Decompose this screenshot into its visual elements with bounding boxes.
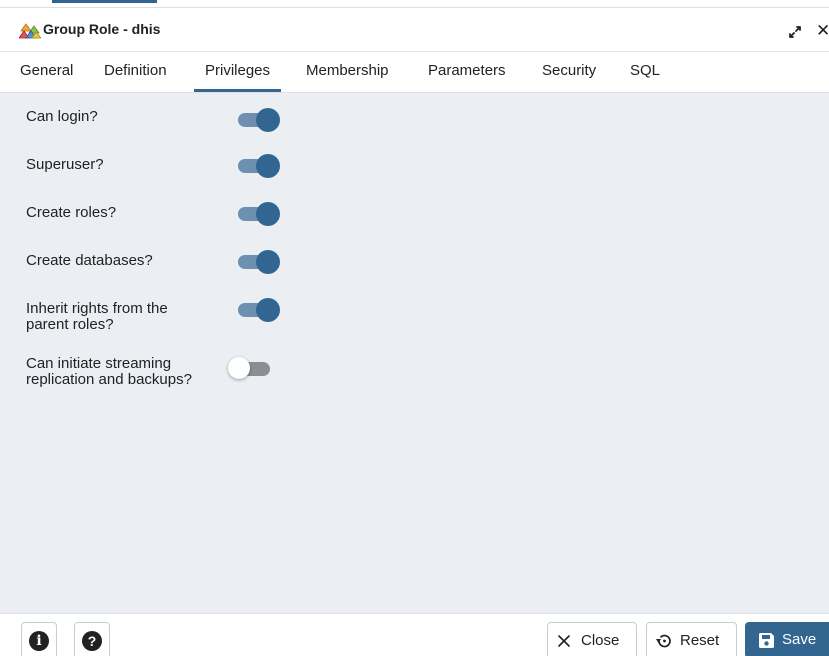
- close-button-label: Close: [581, 632, 620, 649]
- close-button[interactable]: Close: [547, 622, 637, 656]
- toggle-knob: [256, 202, 280, 226]
- inherit-rights-label: Inherit rights from the parent roles?: [26, 300, 168, 333]
- can-login-label: Can login?: [26, 108, 98, 125]
- info-button[interactable]: i: [21, 622, 57, 656]
- tab-security[interactable]: Security: [542, 52, 596, 90]
- create-databases-toggle[interactable]: [236, 250, 282, 274]
- tab-bar: General Definition Privileges Membership…: [0, 52, 829, 93]
- info-icon: i: [29, 631, 49, 651]
- tab-parameters[interactable]: Parameters: [428, 52, 506, 90]
- toggle-knob: [256, 250, 280, 274]
- toggle-knob: [228, 357, 250, 379]
- dialog-title: Group Role - dhis: [43, 21, 161, 37]
- can-login-toggle[interactable]: [236, 108, 282, 132]
- tab-sql[interactable]: SQL: [630, 52, 660, 90]
- group-role-dialog: Group Role - dhis ✕ General Definition P…: [0, 0, 829, 656]
- streaming-replication-toggle[interactable]: [228, 357, 274, 381]
- tab-general[interactable]: General: [20, 52, 73, 90]
- superuser-label: Superuser?: [26, 156, 104, 173]
- create-roles-toggle[interactable]: [236, 202, 282, 226]
- help-button[interactable]: ?: [74, 622, 110, 656]
- dialog-footer: i ? Close Reset Save: [0, 613, 829, 656]
- tab-privileges[interactable]: Privileges: [193, 52, 282, 92]
- tab-membership[interactable]: Membership: [306, 52, 389, 90]
- toggle-knob: [256, 298, 280, 322]
- reset-button[interactable]: Reset: [646, 622, 737, 656]
- expand-icon[interactable]: [787, 24, 803, 40]
- toggle-knob: [256, 108, 280, 132]
- group-role-icon: [19, 23, 41, 39]
- save-button[interactable]: Save: [745, 622, 829, 656]
- save-icon: [759, 633, 774, 648]
- inherit-rights-toggle[interactable]: [236, 298, 282, 322]
- reset-icon: [656, 634, 671, 648]
- create-roles-label: Create roles?: [26, 204, 117, 221]
- toggle-knob: [256, 154, 280, 178]
- close-icon: [558, 635, 570, 647]
- dialog-titlebar[interactable]: Group Role - dhis ✕: [0, 9, 829, 52]
- reset-button-label: Reset: [680, 632, 720, 649]
- dialog-top-edge: [0, 0, 829, 8]
- close-icon[interactable]: ✕: [816, 22, 829, 40]
- help-icon: ?: [82, 631, 102, 651]
- create-databases-label: Create databases?: [26, 252, 153, 269]
- top-accent-bar: [52, 0, 157, 3]
- privileges-panel: Can login? Superuser? Create roles? Crea…: [0, 93, 829, 613]
- superuser-toggle[interactable]: [236, 154, 282, 178]
- save-button-label: Save: [782, 631, 817, 648]
- tab-definition[interactable]: Definition: [104, 52, 167, 90]
- streaming-replication-label: Can initiate streaming replication and b…: [26, 355, 192, 388]
